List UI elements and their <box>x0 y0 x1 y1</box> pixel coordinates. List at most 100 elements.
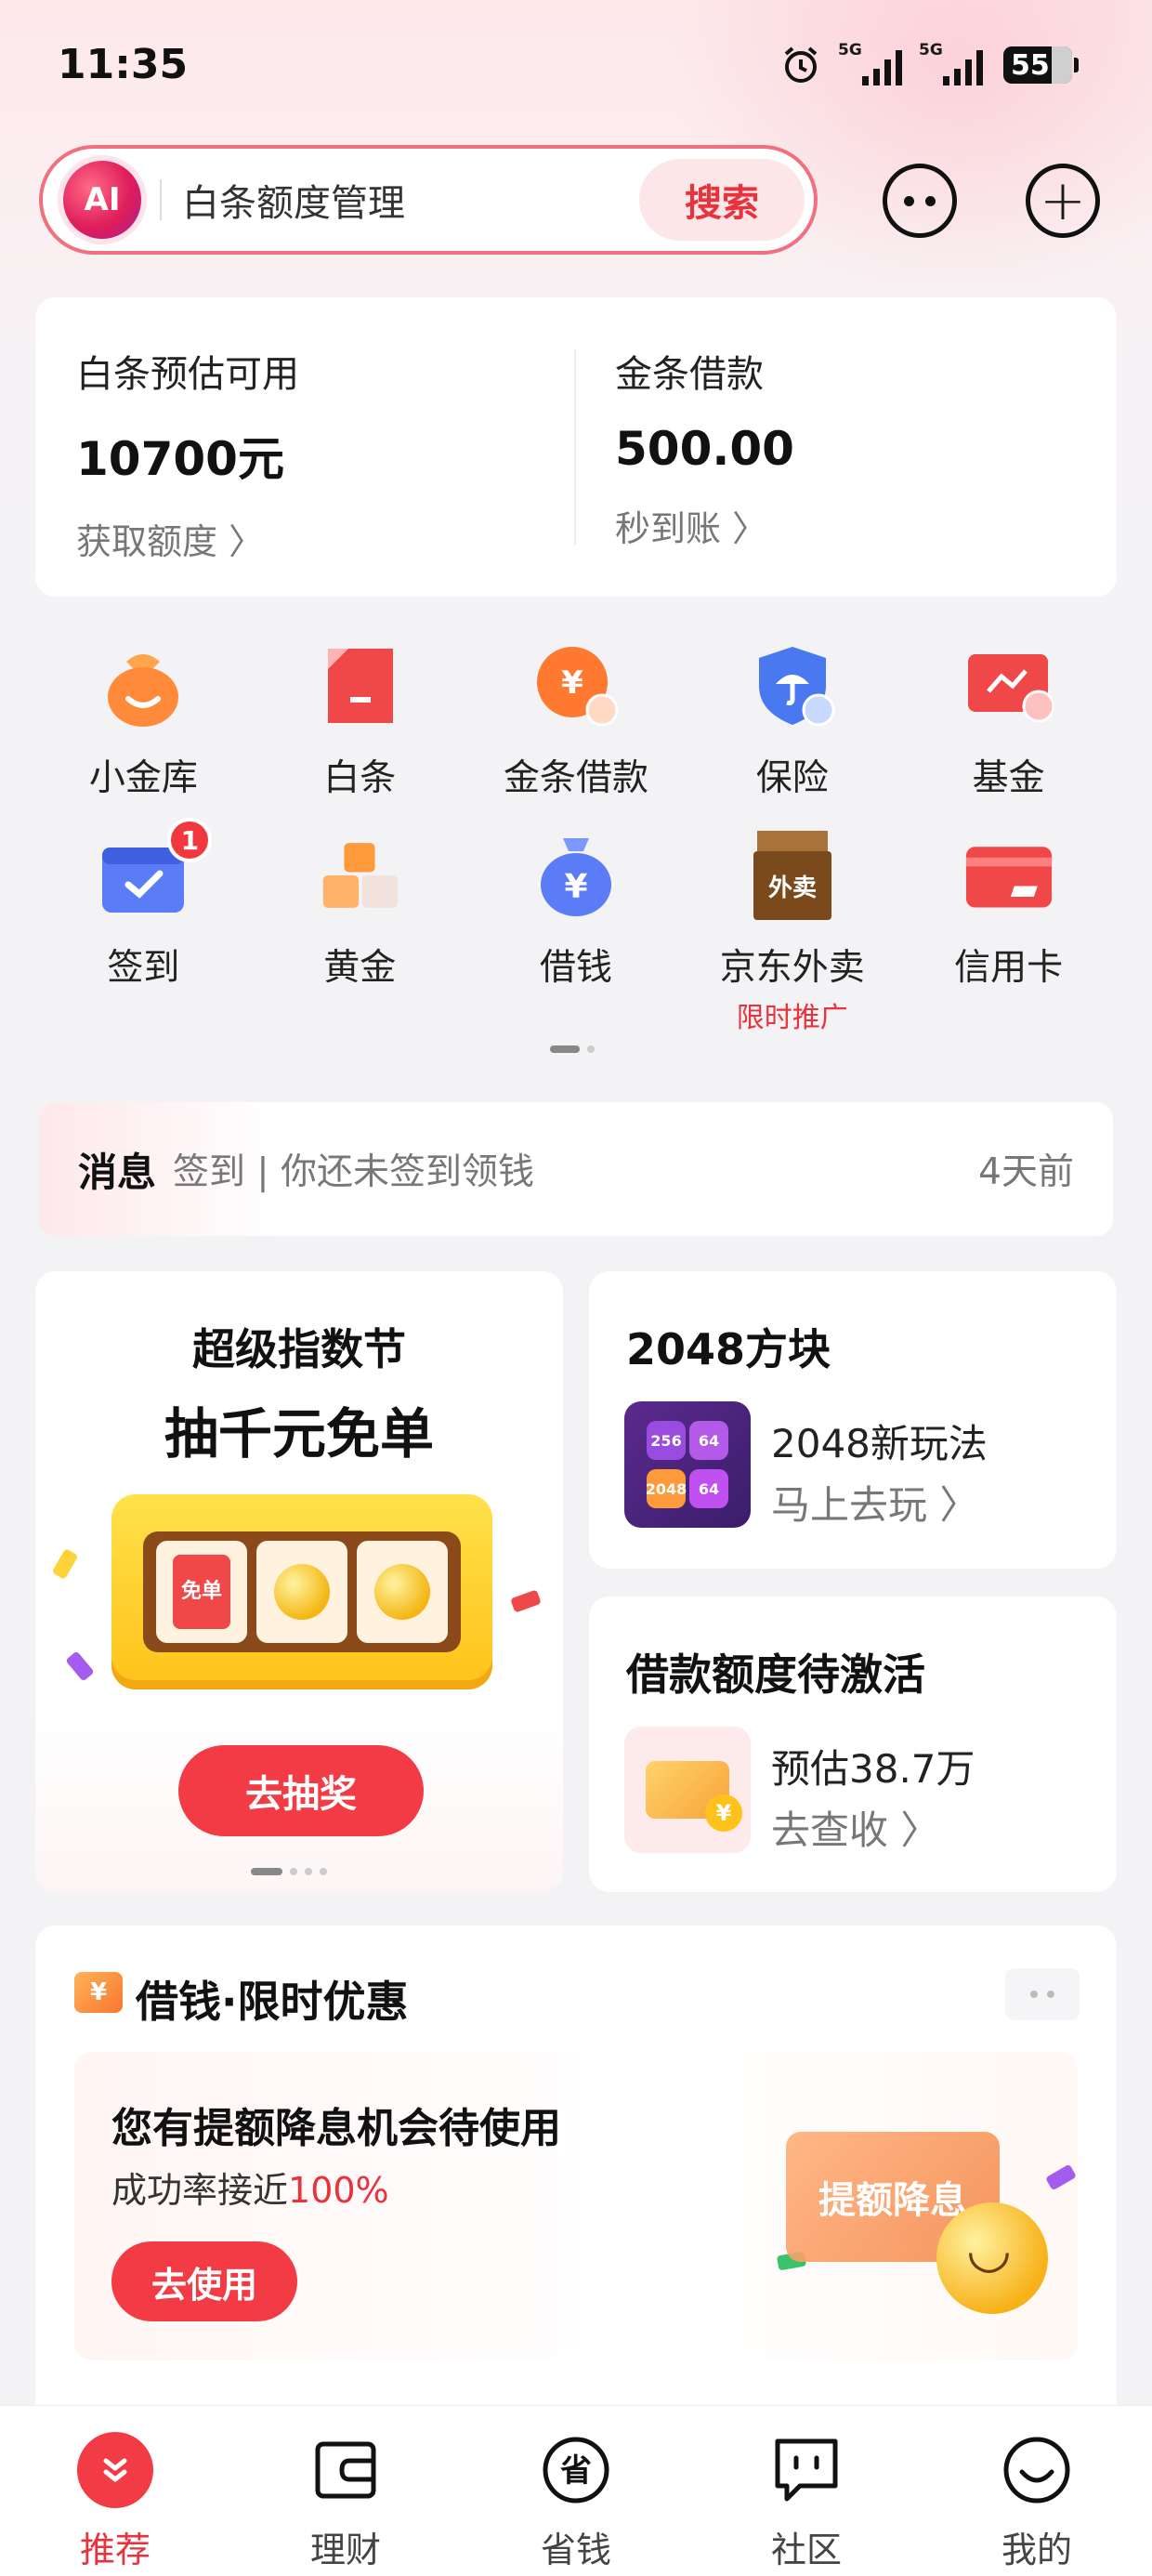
service-credit-card[interactable]: 信用卡 <box>900 831 1117 1020</box>
message-icon[interactable] <box>883 164 957 238</box>
svg-text:¥: ¥ <box>564 868 587 906</box>
promo-tag: 限时推广 <box>736 1002 848 1034</box>
confetti-decoration <box>1045 2163 1077 2191</box>
tab-community[interactable]: 社区 <box>691 2406 922 2576</box>
confetti-decoration <box>65 1650 95 1682</box>
service-grid: 小金库 白条 ¥ 金条借款 保险 基金 1 签到 黄金 ¥ 借钱 外卖 京东外卖… <box>35 641 1117 1034</box>
tab-label: 省钱 <box>540 2530 611 2570</box>
umbrella-shield-icon <box>748 641 837 730</box>
divider <box>574 349 576 545</box>
chat-bubble-icon <box>768 2432 844 2508</box>
more-options-icon[interactable] <box>1005 1968 1080 2020</box>
slot-free-label: 免单 <box>173 1555 230 1629</box>
play-now-link[interactable]: 马上去玩 〉 <box>771 1474 978 1531</box>
search-bar[interactable]: AI 白条额度管理 搜索 <box>39 145 818 255</box>
signal-icon-1: 5G <box>838 41 902 85</box>
battery-level: 55 <box>1011 48 1050 82</box>
gold-bars-icon <box>315 831 404 920</box>
notification-badge: 1 <box>167 818 213 862</box>
loan-limit-card[interactable]: 借款额度待激活 预估38.7万 去查收 〉 <box>589 1597 1117 1892</box>
search-button[interactable]: 搜索 <box>639 159 805 241</box>
tab-save-money[interactable]: 省 省钱 <box>461 2406 691 2576</box>
service-label: 保险 <box>755 757 829 799</box>
service-gold[interactable]: 黄金 <box>252 831 468 1020</box>
service-baitiao[interactable]: 白条 <box>252 641 468 831</box>
service-borrow[interactable]: ¥ 借钱 <box>468 831 685 1020</box>
message-bar[interactable]: 消息 签到 | 你还未签到领钱 4天前 <box>39 1102 1113 1236</box>
card-line1: 预估38.7万 <box>771 1746 975 1792</box>
bottom-tab-bar: 推荐 理财 省 省钱 社区 我的 <box>0 2405 1152 2576</box>
service-insurance[interactable]: 保险 <box>684 641 900 831</box>
service-fund[interactable]: 基金 <box>900 641 1117 831</box>
battery-icon: 55 <box>1003 46 1079 84</box>
message-title: 消息 <box>78 1149 157 1195</box>
tab-recommend[interactable]: 推荐 <box>0 2406 230 2576</box>
save-money-icon: 省 <box>538 2432 614 2508</box>
card-line1: 2048新玩法 <box>771 1421 988 1466</box>
add-icon[interactable]: + <box>1026 164 1100 238</box>
game-2048-thumbnail: 256 64 2048 64 <box>624 1401 751 1528</box>
message-text: 签到 | 你还未签到领钱 <box>173 1151 534 1193</box>
use-now-button[interactable]: 去使用 <box>111 2241 297 2321</box>
smiley-icon <box>999 2432 1075 2508</box>
offer-card[interactable]: 您有提额降息机会待使用 成功率接近100% 去使用 提额降息 <box>74 2052 1078 2360</box>
confetti-decoration <box>51 1548 79 1580</box>
calendar-check-icon: 1 <box>98 818 213 920</box>
alarm-clock-icon <box>784 46 818 83</box>
promo-title: 超级指数节 <box>192 1324 406 1374</box>
offer-subtitle: 成功率接近100% <box>111 2170 389 2211</box>
service-label: 信用卡 <box>954 947 1064 989</box>
status-icons: 5G 5G 55 <box>780 41 1079 85</box>
svg-text:省: 省 <box>560 2452 592 2490</box>
service-xiaojinku[interactable]: 小金库 <box>35 641 252 831</box>
tab-label: 理财 <box>309 2530 381 2570</box>
promo-lottery-card[interactable]: 超级指数节 抽千元免单 免单 去抽奖 <box>35 1271 563 1892</box>
ai-assistant-icon[interactable]: AI <box>63 161 141 239</box>
card-coin-icon <box>624 1727 751 1853</box>
check-link[interactable]: 去查收 〉 <box>771 1799 939 1856</box>
coin-icon <box>274 1564 330 1620</box>
status-time: 11:35 <box>58 41 189 88</box>
tab-label: 我的 <box>1001 2530 1072 2570</box>
service-jd-takeout[interactable]: 外卖 京东外卖 限时推广 <box>684 831 900 1034</box>
search-divider <box>160 179 162 220</box>
tab-label: 社区 <box>770 2530 842 2570</box>
grid-page-indicator <box>550 1045 595 1053</box>
home-chevrons-icon <box>77 2432 153 2508</box>
service-label: 金条借款 <box>503 757 648 799</box>
credit-value: 500.00 <box>615 422 794 476</box>
tab-mine[interactable]: 我的 <box>922 2406 1152 2576</box>
service-label: 签到 <box>107 947 180 989</box>
signal-icon-2: 5G <box>919 41 983 85</box>
svg-text:¥: ¥ <box>561 664 583 702</box>
service-label: 基金 <box>972 757 1045 799</box>
takeout-art-text: 外卖 <box>768 874 817 902</box>
service-jintiao-loan[interactable]: ¥ 金条借款 <box>468 641 685 831</box>
success-rate: 100% <box>288 2170 389 2211</box>
service-checkin[interactable]: 1 签到 <box>35 818 252 1020</box>
tab-wealth[interactable]: 理财 <box>230 2406 461 2576</box>
loan-offer-section: ¥ 借钱·限时优惠 您有提额降息机会待使用 成功率接近100% 去使用 提额降息 <box>35 1925 1117 2409</box>
service-label: 借钱 <box>539 947 612 989</box>
search-input[interactable]: 白条额度管理 <box>182 173 639 227</box>
wallet-yuan-icon: ¥ <box>74 1972 123 2013</box>
service-label: 小金库 <box>88 757 198 799</box>
document-icon <box>315 641 404 730</box>
wallet-icon <box>308 2432 384 2508</box>
get-limit-link[interactable]: 获取额度 〉 <box>76 513 299 564</box>
game-2048-card[interactable]: 2048方块 256 64 2048 64 2048新玩法 马上去玩 〉 <box>589 1271 1117 1569</box>
credit-card-icon <box>964 831 1054 920</box>
confetti-decoration <box>510 1589 542 1613</box>
service-label: 京东外卖 <box>719 947 865 989</box>
coin-icon <box>374 1564 430 1620</box>
jintiao-loan[interactable]: 金条借款 500.00 秒到账 〉 <box>615 344 794 551</box>
lottery-button[interactable]: 去抽奖 <box>178 1745 424 1836</box>
baitiao-available[interactable]: 白条预估可用 10700元 获取额度 〉 <box>76 344 299 564</box>
instant-arrival-link[interactable]: 秒到账 〉 <box>615 500 794 551</box>
credit-value: 10700元 <box>76 432 284 486</box>
status-bar: 11:35 5G 5G 55 <box>0 0 1152 139</box>
section-heading: 借钱·限时优惠 <box>136 1977 409 2027</box>
message-time: 4天前 <box>978 1151 1074 1193</box>
credit-label: 白条预估可用 <box>76 353 299 396</box>
credit-label: 金条借款 <box>615 353 764 396</box>
